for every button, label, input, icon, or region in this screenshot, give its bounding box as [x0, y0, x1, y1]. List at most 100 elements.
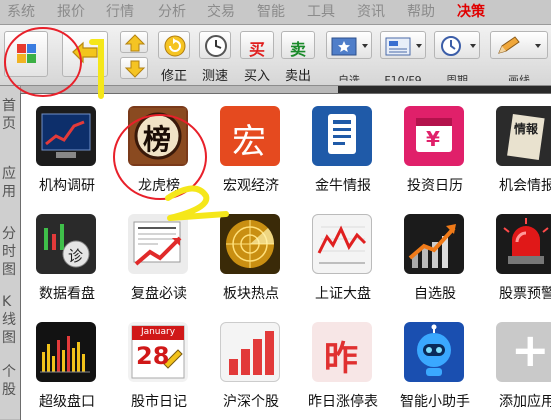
left-tab-char[interactable]: 线 [2, 312, 16, 328]
robot-assistant-icon [404, 322, 464, 382]
arrow-down-icon [124, 60, 146, 78]
page-up-button[interactable] [120, 31, 148, 53]
menu-quote[interactable]: 报价 [57, 2, 85, 22]
left-tab-char[interactable]: 个 [2, 364, 16, 380]
left-tab-char[interactable]: 页 [2, 116, 16, 132]
app-tile-data-dashboard[interactable]: 诊 数据看盘 [21, 214, 113, 312]
left-tab-char[interactable]: 用 [2, 184, 16, 200]
buy-label: 买入 [243, 69, 270, 84]
calendar-yen-icon: ¥ [404, 106, 464, 166]
app-label: 智能小助手 [400, 394, 470, 410]
app-label: 数据看盘 [39, 286, 95, 302]
app-tile-golden-bull-intel[interactable]: 金牛情报 [297, 106, 389, 204]
intel-folder-icon: 情報 [496, 106, 551, 166]
left-tab-char[interactable]: 股 [2, 382, 16, 398]
watchlist-label: 自选 [338, 74, 360, 81]
star-folder-icon [331, 37, 368, 56]
app-tile-stock-diary[interactable]: January 28 股市日记 [113, 322, 205, 420]
chart-trend-icon [36, 106, 96, 166]
app-tile-sh-sz-stocks[interactable]: 沪深个股 [205, 322, 297, 420]
alarm-light-icon [496, 214, 551, 274]
app-tile-super-order-book[interactable]: 超级盘口 [21, 322, 113, 420]
app-tile-dragon-tiger[interactable]: 榜 龙虎榜 [113, 106, 205, 204]
clock-icon [205, 35, 227, 57]
buy-button[interactable]: 买 [240, 31, 274, 59]
app-label: 宏观经济 [223, 178, 279, 194]
growth-arrow-icon [404, 214, 464, 274]
revise-label: 修正 [160, 69, 187, 84]
watchlist-button[interactable] [326, 31, 372, 59]
left-tab-char[interactable]: 时 [2, 244, 16, 260]
toolbar: 修正 测速 买 买入 卖 卖出 自选 F10/F9 周期 画线 [0, 25, 551, 86]
seal-glyph: 榜 [143, 123, 172, 156]
back-arrow-icon [72, 41, 98, 64]
intel-glyph: 情報 [514, 122, 539, 136]
draw-line-button[interactable] [490, 31, 548, 59]
menu-news[interactable]: 资讯 [357, 2, 385, 22]
app-tile-macro-economy[interactable]: 宏 宏观经济 [205, 106, 297, 204]
draw-line-label: 画线 [508, 74, 530, 81]
left-tab-char[interactable]: 图 [2, 262, 16, 278]
app-grid-icon [17, 44, 36, 63]
back-button[interactable] [62, 31, 108, 77]
data-dashboard-icon: 诊 [36, 214, 96, 274]
menu-market[interactable]: 行情 [106, 2, 134, 22]
app-label: 添加应用 [499, 394, 551, 410]
app-label: 昨日涨停表 [308, 394, 378, 410]
refresh-icon [164, 35, 186, 57]
app-label: 龙虎榜 [138, 178, 180, 194]
menu-smart[interactable]: 智能 [257, 2, 285, 22]
menu-trade[interactable]: 交易 [207, 2, 235, 22]
period-clock-icon [441, 36, 476, 56]
app-tile-shanghai-index[interactable]: 上证大盘 [297, 214, 389, 312]
page-down-button[interactable] [120, 57, 148, 79]
yen-glyph: ¥ [426, 127, 440, 151]
diary-month: January [140, 327, 176, 337]
app-label: 金牛情报 [315, 178, 371, 194]
diary-calendar-icon: January 28 [128, 322, 188, 382]
app-tile-investment-calendar[interactable]: ¥ 投资日历 [389, 106, 481, 204]
screen-info-icon [385, 37, 422, 56]
yesterday-glyph: 昨 [324, 339, 358, 379]
app-label: 复盘必读 [131, 286, 187, 302]
app-label: 超级盘口 [39, 394, 95, 410]
app-tile-yesterday-limit-up[interactable]: 昨 昨日涨停表 [297, 322, 389, 420]
pencil-icon [498, 36, 541, 54]
app-tile-review-reading[interactable]: 复盘必读 [113, 214, 205, 312]
f10-button[interactable] [380, 31, 426, 59]
menu-system[interactable]: 系统 [7, 2, 35, 22]
menu-help[interactable]: 帮助 [407, 2, 435, 22]
app-tile-sector-hotspot[interactable]: 板块热点 [205, 214, 297, 312]
period-label: 周期 [446, 74, 468, 81]
buy-icon: 买 [249, 40, 266, 59]
period-button[interactable] [434, 31, 480, 59]
menu-decision[interactable]: 决策 [457, 2, 485, 22]
left-tab-char[interactable]: 分 [2, 226, 16, 242]
news-document-icon [312, 106, 372, 166]
app-tile-institution-research[interactable]: 机构调研 [21, 106, 113, 204]
sell-icon: 卖 [290, 40, 307, 59]
left-tab-char[interactable]: K [2, 294, 11, 310]
speedtest-label: 测速 [201, 69, 228, 84]
left-tab-char[interactable]: 首 [2, 98, 16, 114]
left-tab-char[interactable]: 应 [2, 166, 16, 182]
stock-bars-icon [220, 322, 280, 382]
app-tile-add-app[interactable]: + 添加应用 [481, 322, 551, 420]
sell-button[interactable]: 卖 [281, 31, 315, 59]
macro-economy-icon: 宏 [220, 106, 280, 166]
level2-bars-icon [36, 322, 96, 382]
menu-bar: 系统 报价 行情 分析 交易 智能 工具 资讯 帮助 决策 [0, 0, 551, 25]
app-label: 股市日记 [131, 394, 187, 410]
left-tab-char[interactable]: 图 [2, 330, 16, 346]
sell-label: 卖出 [284, 69, 311, 84]
revise-button[interactable] [158, 31, 190, 59]
app-center-button[interactable] [4, 31, 48, 77]
menu-analysis[interactable]: 分析 [158, 2, 186, 22]
speedtest-button[interactable] [199, 31, 231, 59]
f10-label: F10/F9 [384, 74, 422, 81]
app-tile-smart-assistant[interactable]: 智能小助手 [389, 322, 481, 420]
app-tile-stock-alert[interactable]: 股票预警 [481, 214, 551, 312]
menu-tools[interactable]: 工具 [307, 2, 335, 22]
app-tile-opportunity-intel[interactable]: 情報 机会情报 [481, 106, 551, 204]
app-tile-watchlist-stocks[interactable]: 自选股 [389, 214, 481, 312]
